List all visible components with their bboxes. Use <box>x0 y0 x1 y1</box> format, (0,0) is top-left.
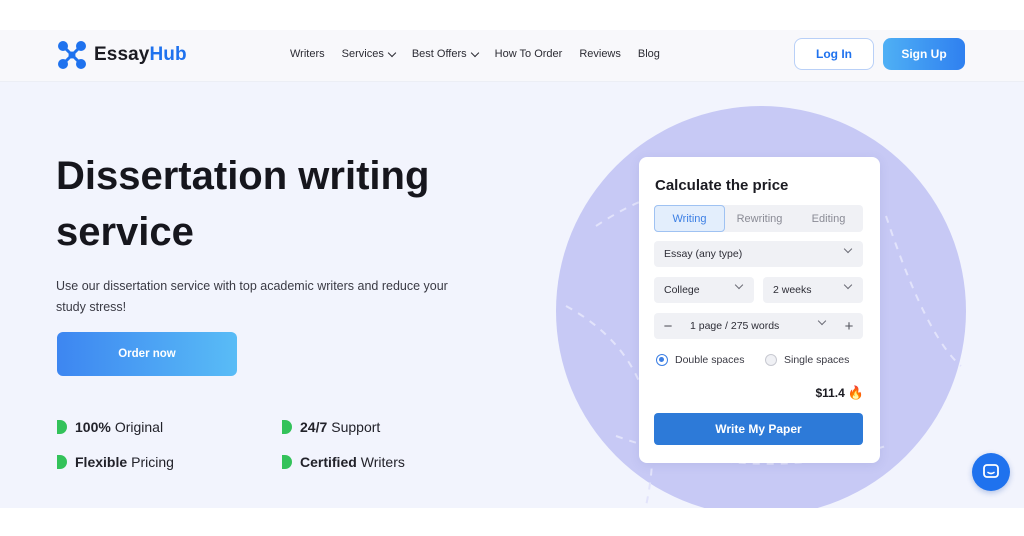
chevron-down-icon <box>843 280 853 290</box>
paper-type-select[interactable]: Essay (any type) <box>654 241 863 267</box>
nav-writers[interactable]: Writers <box>290 48 325 60</box>
brand-name: EssayHub <box>94 44 187 66</box>
deadline-select[interactable]: 2 weeks <box>763 277 863 303</box>
page-title-line-1: Dissertation writing <box>56 154 430 198</box>
increase-pages-button[interactable]: + <box>837 313 861 339</box>
feature-original-bold: 100% <box>75 419 111 435</box>
login-button[interactable]: Log In <box>794 38 874 70</box>
nav-writers-label: Writers <box>290 48 325 60</box>
check-bullet-icon <box>57 455 67 469</box>
double-spacing-label: Double spaces <box>675 354 745 366</box>
main-nav: Writers Services Best Offers How To Orde… <box>290 48 677 60</box>
feature-pricing: Flexible Pricing <box>57 454 174 470</box>
feature-writers: Certified Writers <box>282 454 405 470</box>
check-bullet-icon <box>282 420 292 434</box>
price-calculator-card: Calculate the price Writing Rewriting Ed… <box>639 157 880 463</box>
pages-stepper: 1 page / 275 words <box>654 313 863 339</box>
nav-services[interactable]: Services <box>341 48 397 60</box>
write-my-paper-button[interactable]: Write My Paper <box>654 413 863 445</box>
nav-services-label: Services <box>341 48 384 60</box>
flame-icon: 🔥 <box>847 385 864 400</box>
price-display: $11.4 🔥 <box>815 385 864 401</box>
radio-checked-icon[interactable] <box>656 354 668 366</box>
decrease-pages-button[interactable]: − <box>656 313 680 339</box>
feature-original: 100% Original <box>57 419 163 435</box>
single-spacing-option[interactable]: Single spaces <box>765 354 849 366</box>
nav-reviews-label: Reviews <box>579 48 621 60</box>
chevron-down-icon <box>734 280 744 290</box>
feature-support-text: Support <box>331 419 381 435</box>
service-tabs: Writing Rewriting Editing <box>654 205 863 232</box>
feature-pricing-text: Pricing <box>131 454 174 470</box>
order-now-button[interactable]: Order now <box>57 332 237 376</box>
tab-editing[interactable]: Editing <box>794 205 863 232</box>
chevron-down-icon <box>387 48 397 57</box>
nav-how-to-order-label: How To Order <box>494 48 563 60</box>
feature-writers-bold: Certified <box>300 454 357 470</box>
chat-bubble-icon <box>983 464 999 478</box>
chat-launcher-button[interactable] <box>972 453 1010 491</box>
nav-how-to-order[interactable]: How To Order <box>495 48 563 60</box>
brand-name-prefix: Essay <box>94 44 150 65</box>
feature-support-bold: 24/7 <box>300 419 328 435</box>
signup-button[interactable]: Sign Up <box>883 38 965 70</box>
nav-best-offers[interactable]: Best Offers <box>411 48 479 60</box>
deadline-value: 2 weeks <box>773 284 812 296</box>
page-title: Dissertation writing service <box>56 148 526 260</box>
nav-blog-label: Blog <box>637 48 660 60</box>
feature-original-text: Original <box>114 419 164 435</box>
chevron-down-icon <box>470 48 479 57</box>
page-frame: EssayHub Writers Services Best Offers Ho… <box>0 30 1024 508</box>
single-spacing-label: Single spaces <box>784 354 850 366</box>
academic-level-select[interactable]: College <box>654 277 754 303</box>
chevron-down-icon <box>843 244 853 254</box>
brand-logo[interactable]: EssayHub <box>56 39 187 71</box>
nav-reviews[interactable]: Reviews <box>579 48 621 60</box>
pages-value: 1 page / 275 words <box>690 320 780 332</box>
check-bullet-icon <box>57 420 67 434</box>
feature-pricing-bold: Flexible <box>75 454 128 470</box>
brand-name-suffix: Hub <box>149 44 187 65</box>
hero-subtitle: Use our dissertation service with top ac… <box>56 279 448 314</box>
tab-writing[interactable]: Writing <box>654 205 725 232</box>
nav-blog[interactable]: Blog <box>638 48 660 60</box>
radio-unchecked-icon[interactable] <box>765 354 777 366</box>
paper-type-value: Essay (any type) <box>664 248 743 260</box>
feature-support: 24/7 Support <box>282 419 380 435</box>
double-spacing-option[interactable]: Double spaces <box>656 354 744 366</box>
calculator-title: Calculate the price <box>655 177 789 194</box>
page-title-line-2: service <box>56 210 194 254</box>
molecule-logo-icon <box>58 41 86 69</box>
nav-best-offers-label: Best Offers <box>411 48 467 60</box>
feature-writers-text: Writers <box>360 454 405 470</box>
tab-rewriting[interactable]: Rewriting <box>725 205 794 232</box>
academic-level-value: College <box>664 284 700 296</box>
top-navbar: EssayHub Writers Services Best Offers Ho… <box>0 30 1024 82</box>
chevron-down-icon[interactable] <box>817 316 827 326</box>
price-value: $11.4 <box>815 386 845 400</box>
check-bullet-icon <box>282 455 292 469</box>
